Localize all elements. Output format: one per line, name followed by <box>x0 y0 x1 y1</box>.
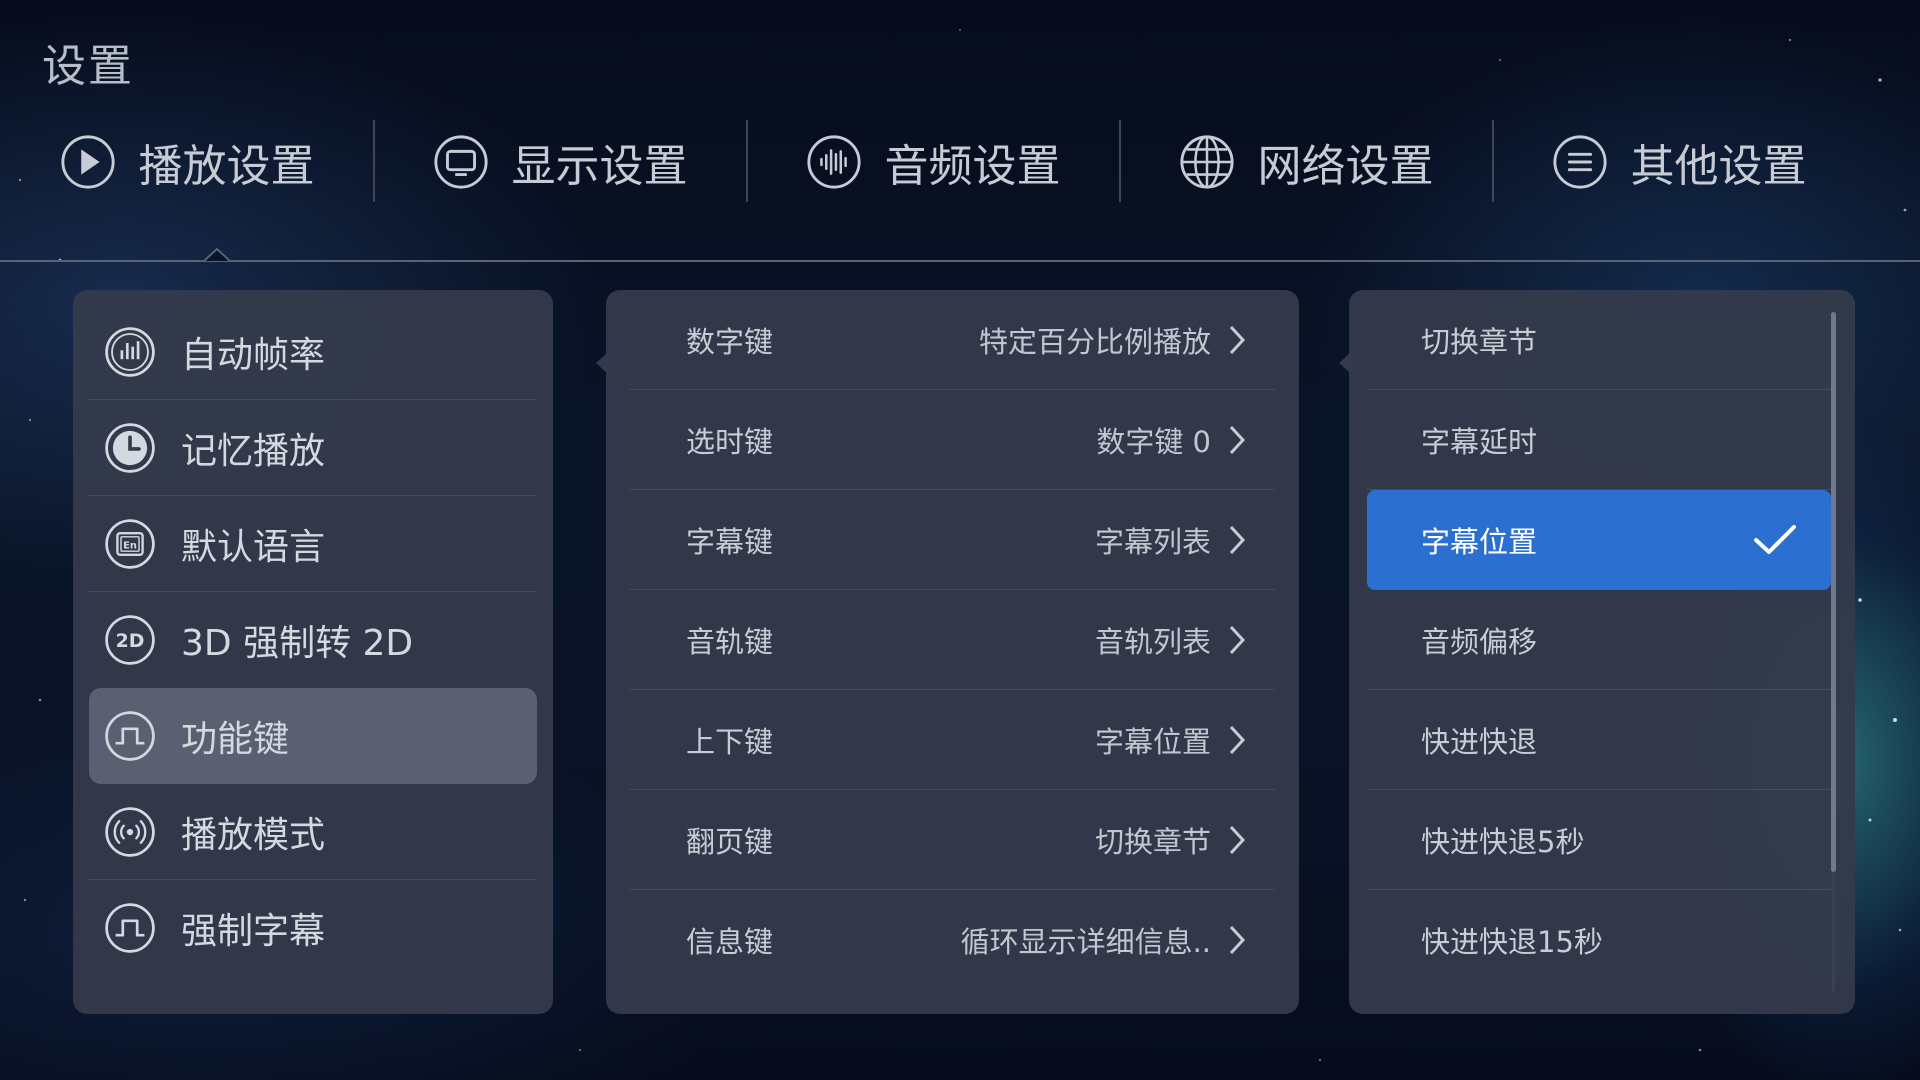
tab-playback-settings[interactable]: 播放设置 <box>0 112 373 212</box>
language-en-icon: En <box>105 519 155 569</box>
function-key-row[interactable]: 选时键 数字键 0 <box>630 390 1275 490</box>
function-key-name: 数字键 <box>686 324 774 359</box>
option-item[interactable]: 快进快退15秒 <box>1367 890 1831 990</box>
function-key-icon <box>105 711 155 761</box>
option-label: 音频偏移 <box>1421 624 1538 659</box>
tab-label: 网络设置 <box>1257 141 1434 192</box>
active-tab-caret-icon <box>204 248 230 262</box>
svg-text:2D: 2D <box>116 630 145 652</box>
function-key-value: 特定百分比例播放 <box>978 324 1211 359</box>
menu-item-3d-to-2d[interactable]: 2D 3D 强制转 2D <box>89 591 537 688</box>
menu-item-forced-subtitles[interactable]: 强制字幕 <box>89 879 537 976</box>
chevron-right-icon <box>1229 625 1246 654</box>
chevron-right-icon <box>1229 825 1246 854</box>
chevron-right-icon <box>1229 325 1246 354</box>
function-key-value: 字幕位置 <box>1094 724 1211 759</box>
function-key-value: 数字键 0 <box>1096 424 1211 459</box>
function-key-icon <box>105 903 155 953</box>
function-key-name: 选时键 <box>686 424 774 459</box>
option-item[interactable]: 音频偏移 <box>1367 590 1831 690</box>
bar-chart-icon <box>105 327 155 377</box>
function-key-name: 音轨键 <box>686 624 774 659</box>
chevron-right-icon <box>1229 925 1246 955</box>
chevron-right-icon <box>1229 425 1246 454</box>
function-key-row[interactable]: 信息键 循环显示详细信息.. <box>630 890 1275 990</box>
function-key-name: 上下键 <box>686 724 774 759</box>
2d-icon: 2D <box>105 615 155 665</box>
menu-item-label: 强制字幕 <box>181 911 326 952</box>
tab-label: 播放设置 <box>138 141 315 192</box>
option-item[interactable]: 快进快退5秒 <box>1367 790 1831 890</box>
option-item[interactable]: 切换章节 <box>1367 290 1831 390</box>
option-list-scrollbar-thumb[interactable] <box>1831 312 1836 872</box>
menu-item-playback-mode[interactable]: 播放模式 <box>89 784 537 880</box>
tab-network-settings[interactable]: 网络设置 <box>1119 112 1492 212</box>
function-key-name: 字幕键 <box>686 524 774 559</box>
menu-item-function-keys[interactable]: 功能键 <box>89 688 537 784</box>
tab-label: 显示设置 <box>511 141 688 192</box>
menu-item-auto-frame-rate[interactable]: 自动帧率 <box>89 304 537 400</box>
function-key-name: 翻页键 <box>686 824 774 859</box>
menu-item-label: 默认语言 <box>181 527 326 568</box>
function-key-value: 循环显示详细信息.. <box>960 925 1211 959</box>
chevron-right-icon <box>1229 725 1246 754</box>
function-key-value: 字幕列表 <box>1094 524 1211 559</box>
tab-audio-settings[interactable]: 音频设置 <box>746 112 1119 212</box>
menu-item-label: 自动帧率 <box>181 335 326 376</box>
menu-item-default-language[interactable]: En 默认语言 <box>89 495 537 592</box>
function-key-value: 切换章节 <box>1094 824 1211 859</box>
menu-item-label: 记忆播放 <box>181 431 326 472</box>
menu-item-label: 播放模式 <box>181 815 326 856</box>
option-label: 切换章节 <box>1421 324 1538 359</box>
option-label: 快进快退 <box>1421 724 1538 759</box>
tab-underline <box>0 260 1920 262</box>
play-icon <box>60 135 115 189</box>
function-key-row[interactable]: 上下键 字幕位置 <box>630 690 1275 790</box>
option-item[interactable]: 快进快退 <box>1367 690 1831 790</box>
tab-other-settings[interactable]: 其他设置 <box>1492 112 1865 212</box>
option-item[interactable]: 字幕延时 <box>1367 390 1831 490</box>
audio-wave-icon <box>806 135 861 189</box>
option-label: 字幕延时 <box>1421 424 1538 459</box>
menu-item-label: 3D 强制转 2D <box>181 623 414 664</box>
function-key-row[interactable]: 音轨键 音轨列表 <box>630 590 1275 690</box>
option-list: 切换章节 字幕延时 字幕位置 音频偏移 快进快退 快进快退5秒 快进快退15秒 <box>1349 290 1855 1014</box>
function-key-value: 音轨列表 <box>1094 624 1211 659</box>
function-key-row[interactable]: 数字键 特定百分比例播放 <box>630 290 1275 390</box>
option-item-selected[interactable]: 字幕位置 <box>1367 490 1831 590</box>
monitor-icon <box>433 135 488 189</box>
chevron-right-icon <box>1229 525 1246 554</box>
svg-text:En: En <box>123 541 137 552</box>
option-label: 快进快退15秒 <box>1421 925 1603 959</box>
clock-icon <box>105 423 155 473</box>
broadcast-icon <box>105 807 155 857</box>
menu-item-resume-playback[interactable]: 记忆播放 <box>89 399 537 496</box>
option-label: 快进快退5秒 <box>1421 824 1585 859</box>
function-key-row[interactable]: 字幕键 字幕列表 <box>630 490 1275 590</box>
playback-settings-menu: 自动帧率 记忆播放 En 默认语言 2D 3D 强制转 2D 功能键 播放模式 … <box>73 290 553 1014</box>
checkmark-icon <box>1754 525 1796 554</box>
function-keys-list: 数字键 特定百分比例播放 选时键 数字键 0 字幕键 字幕列表 音轨键 音轨列表… <box>606 290 1299 1014</box>
option-label: 字幕位置 <box>1421 525 1538 559</box>
function-key-name: 信息键 <box>686 925 774 959</box>
function-key-row[interactable]: 翻页键 切换章节 <box>630 790 1275 890</box>
page-title: 设置 <box>42 41 134 92</box>
settings-tab-bar: 播放设置 显示设置 音频设置 网络设置 其他设置 <box>0 112 1920 212</box>
tab-label: 音频设置 <box>884 141 1061 192</box>
tab-label: 其他设置 <box>1630 141 1807 192</box>
menu-lines-icon <box>1552 135 1607 189</box>
menu-item-label: 功能键 <box>181 719 290 760</box>
tab-display-settings[interactable]: 显示设置 <box>373 112 746 212</box>
globe-icon <box>1179 135 1234 189</box>
